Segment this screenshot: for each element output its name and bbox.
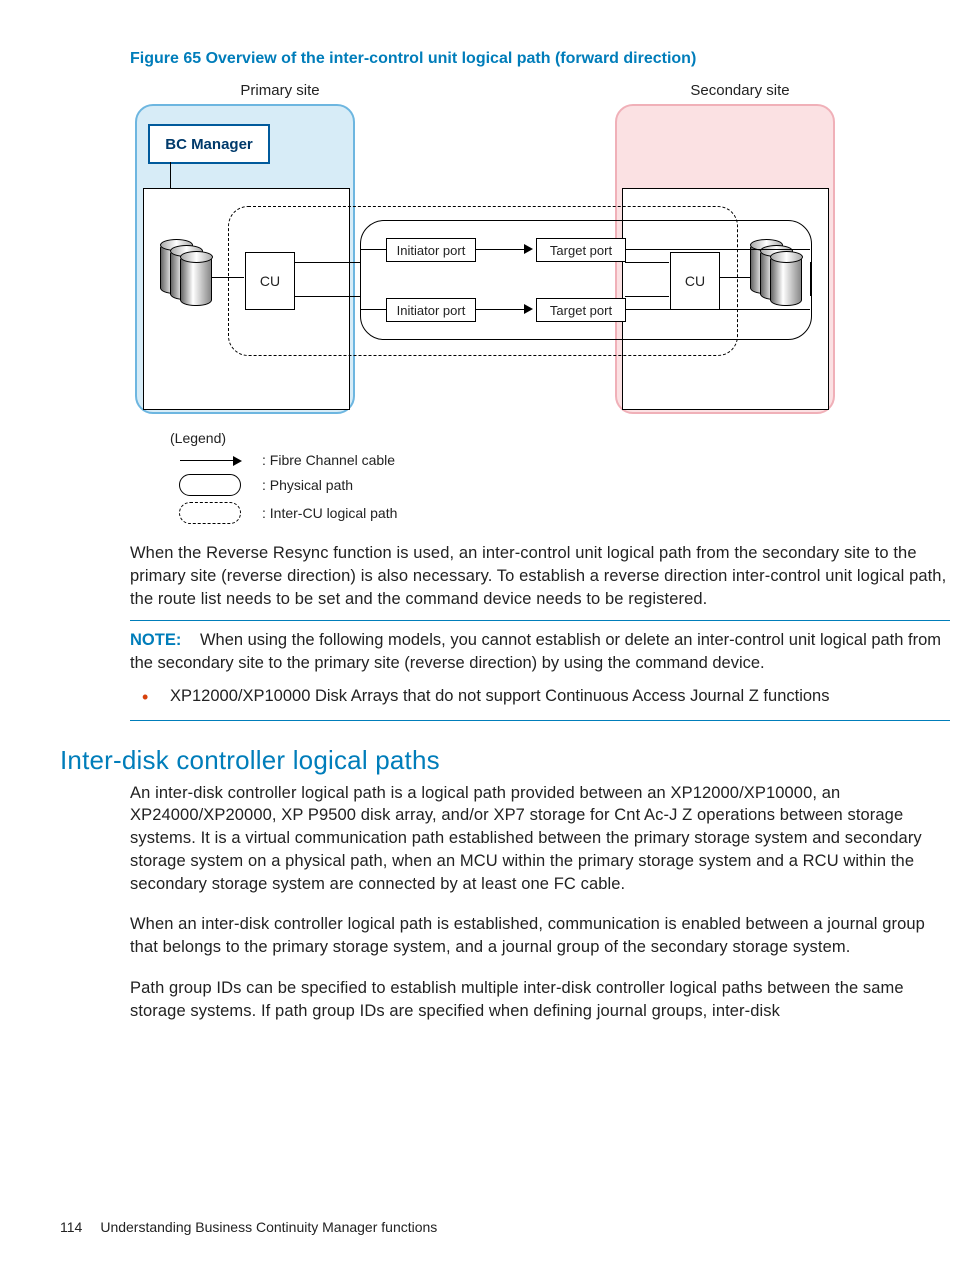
secondary-site-label: Secondary site bbox=[630, 82, 850, 99]
legend-phys-label: : Physical path bbox=[262, 477, 353, 493]
fc-cable-2 bbox=[476, 309, 526, 310]
logical-path-icon bbox=[179, 502, 241, 524]
legend: (Legend) : Fibre Channel cable : Physica… bbox=[170, 430, 850, 524]
note-text: When using the following models, you can… bbox=[130, 631, 941, 672]
fc-arrow-icon bbox=[180, 460, 240, 461]
note-box: NOTE: When using the following models, y… bbox=[130, 620, 950, 720]
diagram: Primary site Secondary site BC Manager bbox=[130, 82, 850, 422]
legend-dash-label: : Inter-CU logical path bbox=[262, 505, 397, 521]
conn-line bbox=[625, 296, 669, 297]
bc-connector bbox=[170, 162, 171, 189]
page-footer: 114 Understanding Business Continuity Ma… bbox=[60, 1219, 437, 1235]
legend-title: (Legend) bbox=[170, 430, 850, 446]
para-interdisk-1: An inter-disk controller logical path is… bbox=[130, 782, 950, 896]
initiator-port-2: Initiator port bbox=[386, 298, 476, 322]
conn-line bbox=[625, 309, 810, 310]
target-port-2: Target port bbox=[536, 298, 626, 322]
section-heading: Inter-disk controller logical paths bbox=[60, 745, 894, 776]
para-interdisk-2: When an inter-disk controller logical pa… bbox=[130, 913, 950, 959]
arrow-icon bbox=[524, 304, 533, 314]
primary-site-label: Primary site bbox=[170, 82, 390, 99]
figure-caption: Figure 65 Overview of the inter-control … bbox=[130, 50, 894, 68]
bc-manager-box: BC Manager bbox=[148, 124, 270, 164]
conn-line bbox=[625, 262, 669, 263]
note-bullet-1: XP12000/XP10000 Disk Arrays that do not … bbox=[130, 685, 950, 708]
conn-line bbox=[360, 309, 386, 310]
conn-line bbox=[810, 262, 811, 296]
page-number: 114 bbox=[60, 1219, 82, 1235]
footer-title: Understanding Business Continuity Manage… bbox=[100, 1219, 437, 1235]
initiator-port-1: Initiator port bbox=[386, 238, 476, 262]
primary-cu: CU bbox=[245, 252, 295, 310]
target-port-1: Target port bbox=[536, 238, 626, 262]
legend-row-phys: : Physical path bbox=[170, 474, 850, 496]
fc-cable-1 bbox=[476, 249, 526, 250]
conn-line bbox=[720, 277, 750, 278]
legend-row-fc: : Fibre Channel cable bbox=[170, 452, 850, 468]
conn-line bbox=[360, 249, 386, 250]
secondary-cu: CU bbox=[670, 252, 720, 310]
legend-fc-label: : Fibre Channel cable bbox=[262, 452, 395, 468]
primary-disks-icon bbox=[160, 242, 214, 302]
conn-line bbox=[212, 277, 244, 278]
conn-line bbox=[294, 262, 360, 263]
phys-path-icon bbox=[179, 474, 241, 496]
para-reverse-resync: When the Reverse Resync function is used… bbox=[130, 542, 950, 610]
secondary-disks-icon bbox=[750, 242, 804, 302]
figure-65: Primary site Secondary site BC Manager bbox=[130, 82, 850, 524]
legend-row-dash: : Inter-CU logical path bbox=[170, 502, 850, 524]
conn-line bbox=[360, 262, 361, 296]
note-label: NOTE: bbox=[130, 631, 181, 649]
para-interdisk-3: Path group IDs can be specified to estab… bbox=[130, 977, 950, 1023]
arrow-icon bbox=[524, 244, 533, 254]
conn-line bbox=[294, 296, 360, 297]
conn-line bbox=[625, 249, 810, 250]
